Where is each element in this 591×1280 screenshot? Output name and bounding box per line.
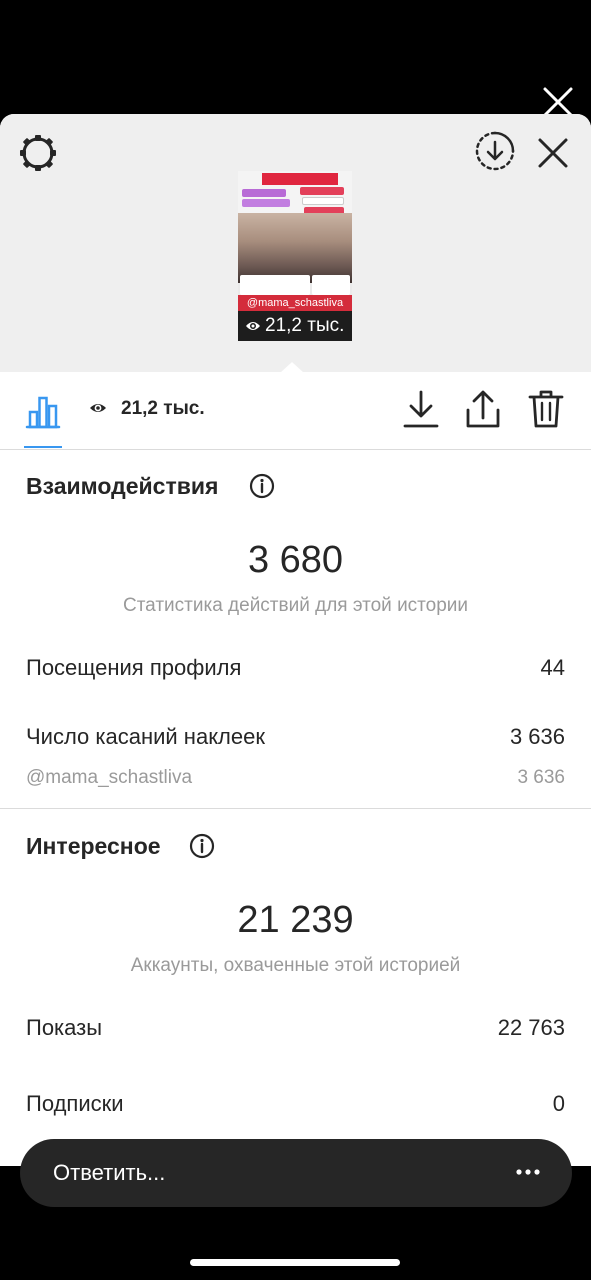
sticker-decoration (302, 197, 344, 205)
profile-visits-label: Посещения профиля (26, 655, 242, 680)
info-icon[interactable] (189, 833, 215, 859)
download-icon[interactable] (401, 388, 441, 430)
eye-icon (90, 404, 106, 412)
home-indicator (190, 1259, 400, 1266)
sticker-mention-value: 3 636 (517, 767, 565, 788)
views-count: 21,2 тыс. (121, 398, 205, 419)
story-header: @mama_schastliva 21,2 тыс. (0, 114, 591, 373)
mention-sticker: @mama_schastliva (238, 295, 352, 311)
interactions-caption: Статистика действий для этой истории (122, 595, 469, 616)
more-dots-icon[interactable] (516, 1169, 540, 1175)
discovery-caption: Аккаунты, охваченные этой историей (130, 955, 461, 976)
bar-chart-icon[interactable] (24, 392, 62, 430)
interactions-total: 3 680 (247, 539, 344, 581)
active-tab-indicator (24, 446, 62, 448)
follows-label: Подписки (26, 1091, 124, 1116)
story-photo (238, 213, 352, 283)
sticker-decoration (242, 199, 290, 207)
share-icon[interactable] (463, 388, 503, 430)
insights-toolbar: 21,2 тыс. (0, 372, 591, 450)
sticker-decoration (262, 173, 338, 185)
sticker-taps-value: 3 636 (509, 724, 565, 749)
discovery-total: 21 239 (237, 899, 354, 941)
reply-input[interactable]: Ответить... (20, 1139, 572, 1207)
thumbnail-views-count: 21,2 тыс. (265, 315, 345, 336)
sticker-decoration (300, 187, 344, 195)
eye-icon (246, 322, 260, 330)
story-thumbnail[interactable]: @mama_schastliva 21,2 тыс. (238, 171, 352, 341)
info-icon[interactable] (249, 473, 275, 499)
reply-placeholder: Ответить... (53, 1160, 166, 1185)
gear-icon[interactable] (18, 133, 58, 173)
sticker-decoration (240, 275, 310, 295)
interactions-title: Взаимодействия (26, 473, 219, 499)
trash-icon[interactable] (526, 388, 566, 430)
sticker-decoration (312, 275, 350, 295)
story-insights-sheet: @mama_schastliva 21,2 тыс. 21,2 тыс. Вза… (0, 114, 591, 1166)
close-icon[interactable] (534, 134, 572, 172)
impressions-label: Показы (26, 1015, 103, 1040)
profile-visits-value: 44 (540, 655, 565, 680)
sticker-mention-label[interactable]: @mama_schastliva (26, 766, 192, 790)
follows-value: 0 (552, 1091, 565, 1116)
discovery-title: Интересное (26, 833, 161, 859)
impressions-value: 22 763 (497, 1015, 565, 1040)
sticker-taps-label: Число касаний наклеек (26, 724, 265, 749)
sticker-decoration (242, 189, 286, 197)
section-divider (0, 808, 591, 809)
download-circle-icon[interactable] (474, 130, 516, 172)
